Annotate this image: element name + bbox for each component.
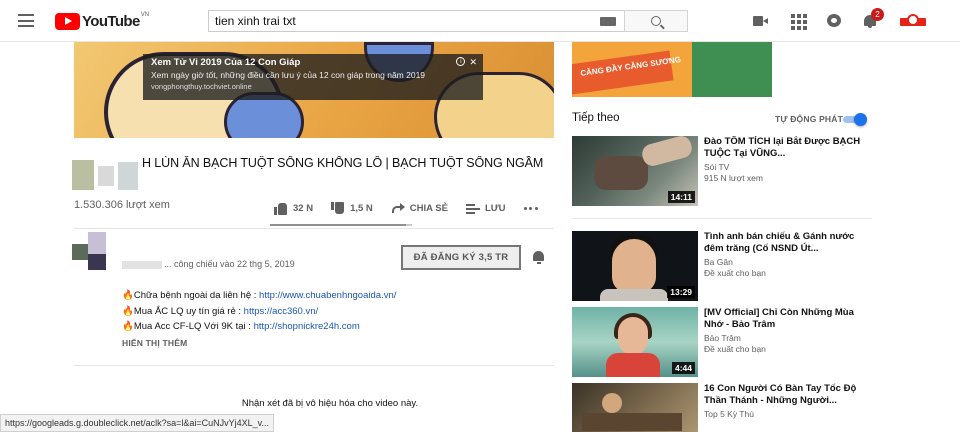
account-avatar[interactable]: [900, 12, 926, 29]
description-link[interactable]: http://www.chuabenhngoaida.vn/: [259, 290, 396, 301]
description-line: 🔥Mua ẮC LQ uy tín giá rẻ : https://acc36…: [122, 304, 396, 320]
recommendation-thumbnail[interactable]: [572, 383, 698, 432]
share-button[interactable]: CHIA SẺ: [391, 202, 448, 215]
comments-disabled-message: Nhận xét đã bị vô hiệu hóa cho video này…: [241, 398, 419, 409]
recommendation-thumbnail[interactable]: 13:29: [572, 231, 698, 301]
like-count: 32 N: [293, 202, 314, 214]
recommendation-views: 915 N lượt xem: [704, 173, 763, 183]
view-count: 1.530.306 lượt xem: [74, 199, 170, 211]
create-video-icon[interactable]: [753, 13, 769, 29]
search-button[interactable]: [624, 10, 688, 32]
divider: [74, 365, 554, 366]
status-bar-url: https://googleads.g.doubleclick.net/aclk…: [0, 414, 274, 432]
video-player[interactable]: Xem Tử Vi 2019 Của 12 Con Giáp Xem ngày …: [74, 42, 554, 138]
share-icon: [391, 202, 405, 215]
blurred-title-prefix: [72, 156, 142, 198]
fire-icon: 🔥: [122, 321, 134, 332]
recommendation-info: Đề xuất cho bạn: [704, 268, 766, 278]
blurred-channel-name: [122, 260, 162, 269]
share-label: CHIA SẺ: [409, 202, 448, 214]
description-link[interactable]: https://acc360.vn/: [244, 306, 318, 317]
recommendation-title[interactable]: 16 Con Người Có Bàn Tay Tốc Độ Thần Thán…: [704, 383, 872, 407]
recommendation-channel: Top 5 Kỳ Thú: [704, 409, 754, 419]
video-description: 🔥Chữa bệnh ngoài da liên hệ : http://www…: [122, 288, 396, 335]
like-button[interactable]: 32 N: [274, 202, 313, 215]
autoplay-label: TỰ ĐỘNG PHÁT: [775, 114, 844, 124]
description-text: Chữa bệnh ngoài da liên hệ :: [133, 290, 260, 301]
recommendation-channel: Bảo Trâm: [704, 333, 741, 343]
search-bar: [208, 10, 688, 32]
overlay-ad-url[interactable]: vongphongthuy.tochviet.online: [151, 82, 475, 91]
dislike-button[interactable]: 1,5 N: [331, 201, 373, 215]
like-dislike-bar: [270, 224, 412, 226]
recommendation-thumbnail[interactable]: 4:44: [572, 307, 698, 377]
fire-icon: 🔥: [122, 305, 134, 317]
recommendation-title[interactable]: Đào TÔM TÍCH lại Bắt Được BẠCH TUỘC Tại …: [704, 136, 872, 160]
recommendation-item[interactable]: 14:11 Đào TÔM TÍCH lại Bắt Được BẠCH TUỘ…: [572, 136, 872, 208]
description-line: 🔥Chữa bệnh ngoài da liên hệ : http://www…: [122, 288, 396, 304]
youtube-play-icon: [55, 12, 80, 30]
menu-icon[interactable]: [18, 14, 34, 27]
description-text: Mua Acc CF-LQ Với 9K tại :: [133, 321, 254, 332]
subscribe-button[interactable]: ĐÃ ĐĂNG KÝ 3,5 TR: [401, 245, 521, 270]
description-line: 🔥Mua Acc CF-LQ Với 9K tại : http://shopn…: [122, 319, 396, 335]
playlist-add-icon: [465, 202, 480, 215]
video-actions: 32 N 1,5 N CHIA SẺ LƯU: [274, 199, 556, 217]
fire-icon: 🔥: [122, 290, 134, 301]
like-ratio-fill: [270, 224, 406, 226]
apps-grid-icon[interactable]: [791, 13, 807, 30]
up-next-heading: Tiếp theo: [572, 112, 620, 124]
video-duration: 13:29: [667, 286, 695, 298]
more-actions-icon[interactable]: [523, 206, 538, 210]
dislike-count: 1,5 N: [350, 202, 373, 214]
search-box: [208, 10, 624, 32]
video-title: H LÙN ĂN BẠCH TUỘT SỐNG KHỔNG LỒ | BẠCH …: [142, 156, 544, 170]
divider: [572, 218, 872, 219]
recommendation-item[interactable]: 13:29 Tình anh bán chiếu & Gánh nước đêm…: [572, 231, 872, 303]
ad-close-icon[interactable]: ✕: [469, 57, 477, 68]
divider: [74, 228, 554, 229]
description-text: Mua ẮC LQ uy tín giá rẻ :: [133, 305, 244, 317]
recommendation-info: Đề xuất cho bạn: [704, 344, 766, 354]
recommendation-title[interactable]: Tình anh bán chiếu & Gánh nước đêm trăng…: [704, 231, 872, 255]
recommendation-channel: Sói TV: [704, 162, 730, 172]
save-label: LƯU: [484, 202, 506, 214]
recommendation-item[interactable]: 4:44 [MV Official] Chỉ Còn Những Mùa Nhớ…: [572, 307, 872, 379]
search-input[interactable]: [215, 14, 595, 28]
overlay-ad-title[interactable]: Xem Tử Vi 2019 Của 12 Con Giáp: [151, 57, 475, 68]
thumbs-up-icon: [274, 202, 288, 215]
sidebar-ad-banner[interactable]: CĂNG ĐẦY CĂNG SƯƠNG: [572, 42, 772, 97]
notification-badge: 2: [871, 8, 884, 21]
autoplay-toggle[interactable]: [841, 113, 867, 126]
overlay-ad[interactable]: Xem Tử Vi 2019 Của 12 Con Giáp Xem ngày …: [143, 54, 483, 100]
channel-avatar[interactable]: [72, 230, 108, 274]
logo-country-code: VN: [140, 12, 150, 18]
subscription-bell-icon[interactable]: [533, 251, 545, 265]
search-icon: [651, 16, 661, 26]
publish-date: ... công chiếu vào 22 thg 5, 2019: [122, 259, 295, 269]
description-link[interactable]: http://shopnickre24h.com: [254, 321, 360, 332]
thumbs-down-icon: [331, 201, 345, 215]
video-duration: 4:44: [671, 362, 695, 374]
masthead: YouTube VN 2: [0, 0, 960, 42]
video-duration: 14:11: [667, 191, 695, 203]
recommendation-channel: Ba Gân: [704, 257, 733, 267]
recommendation-thumbnail[interactable]: 14:11: [572, 136, 698, 206]
show-more-button[interactable]: HIỂN THỊ THÊM: [122, 338, 187, 348]
keyboard-icon[interactable]: [600, 17, 616, 26]
recommendation-title[interactable]: [MV Official] Chỉ Còn Những Mùa Nhớ - Bả…: [704, 307, 872, 331]
ad-info-icon[interactable]: i: [456, 57, 466, 66]
messages-icon[interactable]: [826, 13, 842, 29]
recommendation-item[interactable]: 16 Con Người Có Bàn Tay Tốc Độ Thần Thán…: [572, 383, 872, 432]
logo-wordmark: YouTube: [82, 12, 140, 30]
youtube-logo[interactable]: YouTube VN: [55, 12, 149, 30]
overlay-ad-controls: i ✕: [456, 57, 477, 68]
save-button[interactable]: LƯU: [465, 202, 506, 215]
overlay-ad-description: Xem ngày giờ tốt, những điều cần lưu ý c…: [151, 70, 426, 80]
publish-date-text: ... công chiếu vào 22 thg 5, 2019: [164, 259, 295, 269]
